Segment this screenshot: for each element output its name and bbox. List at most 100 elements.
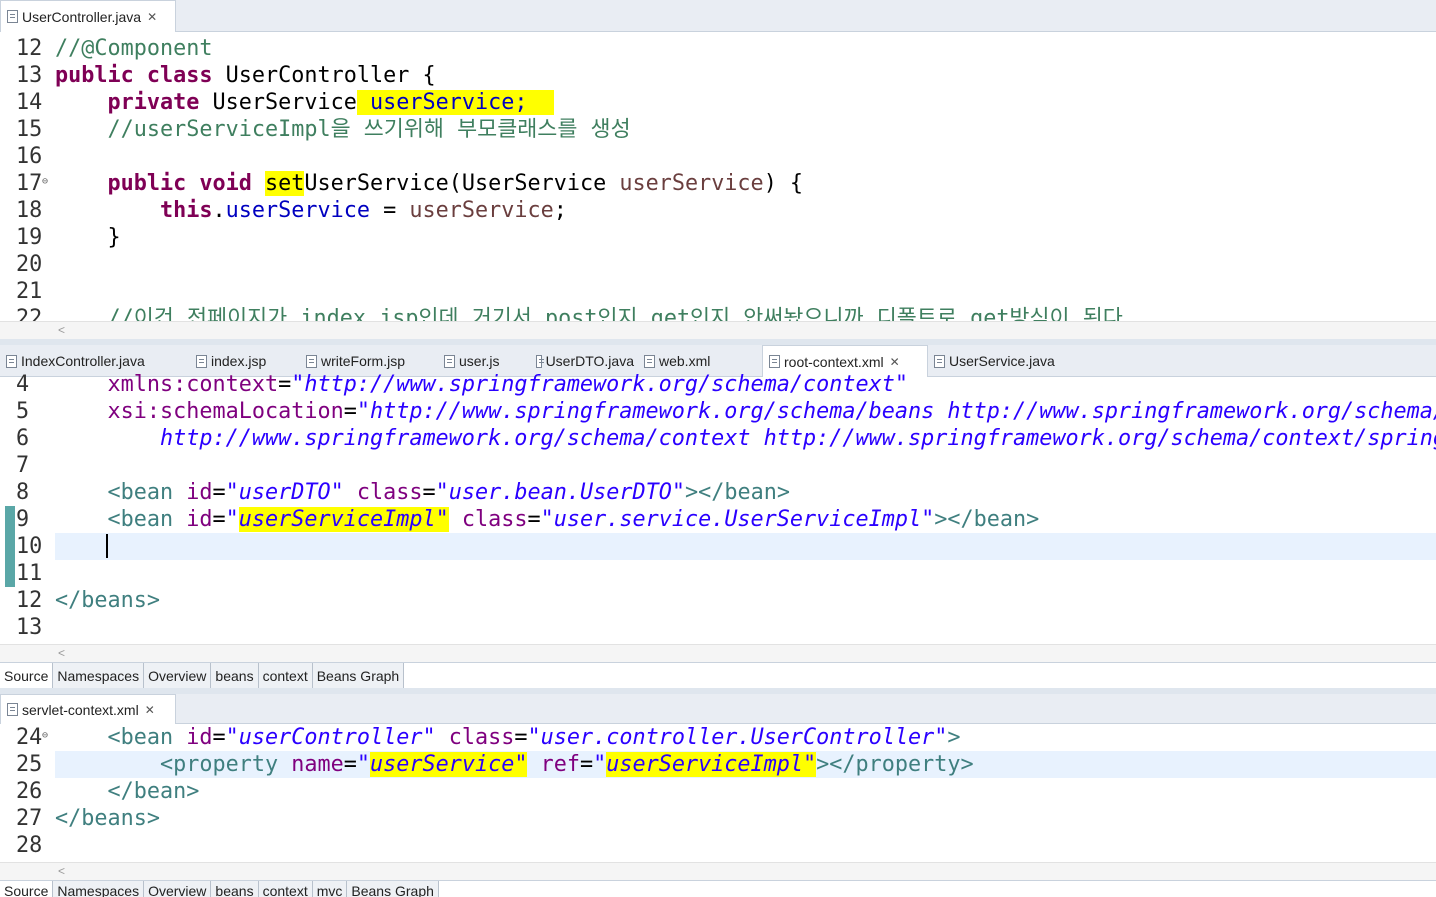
code-token: "user.bean.UserDTO": [435, 480, 685, 505]
bottom-tab-beans[interactable]: beans: [211, 881, 259, 897]
code-token: //userServiceImpl을 쓰기위해 부모클래스를 생성: [55, 117, 631, 142]
code-line[interactable]: 17 ⊖ public void setUserService(UserServi…: [0, 170, 1436, 197]
code-token: >: [947, 725, 961, 750]
code-token: ></bean>: [934, 507, 1040, 532]
scroll-left-icon[interactable]: <: [58, 323, 65, 337]
code-line[interactable]: 12 </beans>: [0, 587, 1436, 614]
editor2-hscrollbar[interactable]: <: [0, 644, 1436, 662]
code-line[interactable]: 20: [0, 251, 1436, 278]
code-line[interactable]: 5 xsi:schemaLocation="http://www.springf…: [0, 398, 1436, 425]
code-line[interactable]: 28: [0, 832, 1436, 859]
code-line[interactable]: 10: [0, 533, 1436, 560]
code-line[interactable]: 19 }: [0, 224, 1436, 251]
line-number: 14: [16, 90, 43, 115]
code-text: public void setUserService(UserService u…: [55, 170, 803, 197]
tab-label: UserService.java: [949, 353, 1055, 369]
bottom-tab-source[interactable]: Source: [0, 881, 54, 897]
code-text: http://www.springframework.org/schema/co…: [55, 425, 1436, 452]
bottom-tab-context[interactable]: context: [258, 881, 313, 897]
bottom-tab-beans[interactable]: beans: [211, 663, 259, 688]
line-number: 4: [16, 372, 30, 397]
code-line[interactable]: 27 </beans>: [0, 805, 1436, 832]
file-icon: [934, 354, 945, 368]
code-line[interactable]: 14 private UserService userService;: [0, 89, 1436, 116]
editor2-code[interactable]: 4 xmlns:context="http://www.springframew…: [0, 371, 1436, 644]
code-token: http://www.springframework.org/schema/co…: [159, 426, 1436, 451]
code-token: "user.controller.UserController": [527, 725, 948, 750]
xml-file-icon: [7, 703, 18, 716]
code-line[interactable]: 4 xmlns:context="http://www.springframew…: [0, 371, 1436, 398]
bottom-tab-mvc[interactable]: mvc: [312, 881, 348, 897]
code-line[interactable]: 7: [0, 452, 1436, 479]
code-token: ref: [540, 752, 580, 777]
code-token: <bean: [107, 725, 174, 750]
editor1-code[interactable]: 12 //@Component 13 public class UserControl…: [0, 35, 1436, 321]
scroll-left-icon[interactable]: <: [58, 864, 65, 878]
code-line[interactable]: 13 public class UserController {: [0, 62, 1436, 89]
bottom-tab-beans-graph[interactable]: Beans Graph: [312, 663, 405, 688]
code-token: xmlns:context: [107, 372, 279, 397]
bottom-tab-beans-graph[interactable]: Beans Graph: [347, 881, 439, 897]
code-line[interactable]: 25 <property name="userService" ref="use…: [0, 751, 1436, 778]
code-line[interactable]: 24 ⊖ <bean id="userController" class="use…: [0, 724, 1436, 751]
code-token: =: [579, 752, 594, 777]
bottom-tab-source[interactable]: Source: [0, 663, 54, 688]
scroll-left-icon[interactable]: <: [58, 646, 65, 660]
code-line[interactable]: 8 <bean id="userDTO" class="user.bean.Us…: [0, 479, 1436, 506]
code-line[interactable]: 6 http://www.springframework.org/schema/…: [0, 425, 1436, 452]
tab-usercontroller-java[interactable]: UserController.java ✕: [0, 0, 176, 32]
text-caret: [106, 534, 108, 558]
file-icon: [196, 354, 207, 368]
code-line[interactable]: 9 <bean id="userServiceImpl" class="user…: [0, 506, 1436, 533]
tab-label: UserDTO.java: [545, 353, 634, 369]
editor3-hscrollbar[interactable]: <: [0, 862, 1436, 880]
line-number: 26: [16, 779, 43, 804]
editor3-code[interactable]: 24 ⊖ <bean id="userController" class="use…: [0, 724, 1436, 862]
code-token: set: [265, 171, 305, 196]
code-token: "userController": [225, 725, 436, 750]
code-text: //@Component: [55, 35, 212, 62]
code-token: class: [448, 725, 515, 750]
code-line[interactable]: 18 this.userService = userService;: [0, 197, 1436, 224]
code-text: </beans>: [55, 805, 160, 832]
fold-toggle-icon[interactable]: ⊖: [42, 724, 48, 749]
line-number: 5: [16, 399, 30, 424]
tab-servlet-context-xml[interactable]: servlet-context.xml ✕: [0, 694, 176, 724]
code-token: "http://www.springframework.org/schema/c…: [291, 372, 909, 397]
code-token: =: [527, 507, 541, 532]
code-line[interactable]: 16: [0, 143, 1436, 170]
bottom-tab-context[interactable]: context: [258, 663, 313, 688]
line-number: 7: [16, 453, 30, 478]
code-line[interactable]: 11: [0, 560, 1436, 587]
code-token: <bean: [107, 507, 174, 532]
code-token: =: [422, 480, 436, 505]
close-icon[interactable]: ✕: [890, 355, 900, 369]
bottom-tab-overview[interactable]: Overview: [144, 881, 212, 897]
code-token: =: [343, 752, 357, 777]
line-number: 11: [16, 561, 43, 586]
line-number: 6: [16, 426, 30, 451]
code-line[interactable]: 13: [0, 614, 1436, 641]
code-line[interactable]: 15 //userServiceImpl을 쓰기위해 부모클래스를 생성: [0, 116, 1436, 143]
code-text: xmlns:context="http://www.springframewor…: [55, 371, 909, 398]
code-token: userService: [225, 198, 370, 223]
file-icon: [444, 354, 455, 368]
bottom-tab-namespaces[interactable]: Namespaces: [53, 663, 145, 688]
code-line[interactable]: 21: [0, 278, 1436, 305]
close-icon[interactable]: ✕: [145, 703, 155, 717]
close-icon[interactable]: ✕: [147, 10, 157, 24]
editor1-hscrollbar[interactable]: <: [0, 321, 1436, 339]
code-line[interactable]: 26 </bean>: [0, 778, 1436, 805]
code-token: </beans>: [55, 806, 160, 831]
code-line[interactable]: 22 //이건 전페이지가 index.jsp인데 거기서 post인지 get…: [0, 305, 1436, 321]
code-token: class: [146, 63, 213, 88]
tab-label: servlet-context.xml: [22, 701, 139, 718]
bottom-tab-namespaces[interactable]: Namespaces: [53, 881, 145, 897]
code-line[interactable]: 12 //@Component: [0, 35, 1436, 62]
fold-toggle-icon[interactable]: ⊖: [42, 168, 48, 195]
bottom-tab-overview[interactable]: Overview: [144, 663, 212, 688]
